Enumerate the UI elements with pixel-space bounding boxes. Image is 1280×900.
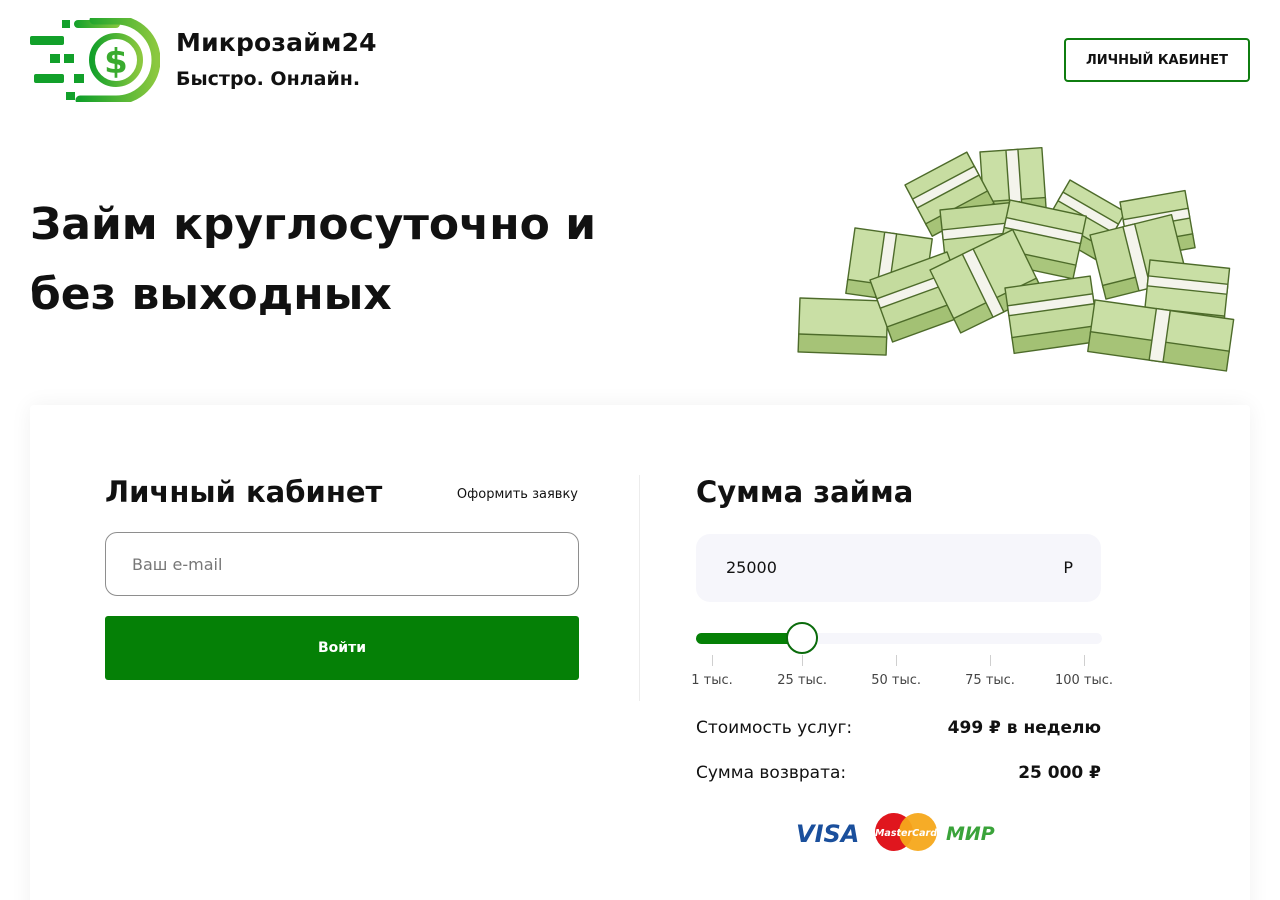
currency-label: Р bbox=[1063, 558, 1073, 577]
slider-tick-label: 75 тыс. bbox=[965, 673, 1015, 688]
loan-amount-value: 25000 bbox=[726, 558, 777, 577]
login-title: Личный кабинет bbox=[105, 475, 383, 509]
slider-tick bbox=[712, 655, 713, 666]
hero-title: Займ круглосуточно и без выходных bbox=[30, 190, 670, 330]
card-divider bbox=[639, 475, 640, 701]
apply-link[interactable]: Оформить заявку bbox=[457, 487, 578, 502]
dollar-speed-logo-icon: $ bbox=[30, 18, 160, 102]
visa-icon: VISA bbox=[796, 820, 859, 848]
hero-title-line2: без выходных bbox=[30, 269, 392, 320]
login-button[interactable]: Войти bbox=[105, 616, 579, 680]
slider-tick bbox=[896, 655, 898, 666]
main-card: Личный кабинет Оформить заявку Войти Сум… bbox=[30, 405, 1250, 900]
loan-amount-slider[interactable] bbox=[696, 620, 1102, 660]
slider-tick-label: 25 тыс. bbox=[777, 673, 828, 688]
service-cost-value: 499 ₽ в неделю bbox=[947, 718, 1101, 738]
return-sum-label: Сумма возврата: bbox=[696, 763, 847, 783]
slider-tick-label: 100 тыс. bbox=[1054, 673, 1114, 688]
personal-cabinet-button[interactable]: ЛИЧНЫЙ КАБИНЕТ bbox=[1064, 38, 1250, 82]
slider-tick-label: 50 тыс. bbox=[871, 673, 922, 688]
loan-amount-field[interactable]: 25000 Р bbox=[696, 534, 1101, 602]
service-cost-label: Стоимость услуг: bbox=[696, 718, 853, 738]
brand-tagline: Быстро. Онлайн. bbox=[176, 68, 361, 90]
slider-thumb[interactable] bbox=[786, 622, 819, 654]
money-stacks-illustration-icon bbox=[797, 146, 1235, 372]
payment-logos: VISA MasterCard МИР bbox=[796, 813, 995, 851]
brand-name: Микрозайм24 bbox=[176, 28, 377, 57]
svg-text:MasterCard: MasterCard bbox=[875, 828, 937, 839]
slider-tick bbox=[802, 655, 804, 666]
email-field[interactable] bbox=[105, 532, 579, 596]
mir-icon: МИР bbox=[946, 823, 995, 845]
hero-title-line1: Займ круглосуточно и bbox=[30, 199, 597, 250]
mastercard-icon: MasterCard bbox=[875, 813, 937, 851]
slider-tick-label: 1 тыс. bbox=[691, 673, 733, 688]
loan-sum-title: Сумма займа bbox=[696, 475, 914, 509]
slider-tick bbox=[990, 655, 992, 666]
return-sum-value: 25 000 ₽ bbox=[1018, 763, 1101, 783]
svg-text:$: $ bbox=[104, 42, 128, 82]
slider-tick bbox=[1084, 655, 1085, 666]
